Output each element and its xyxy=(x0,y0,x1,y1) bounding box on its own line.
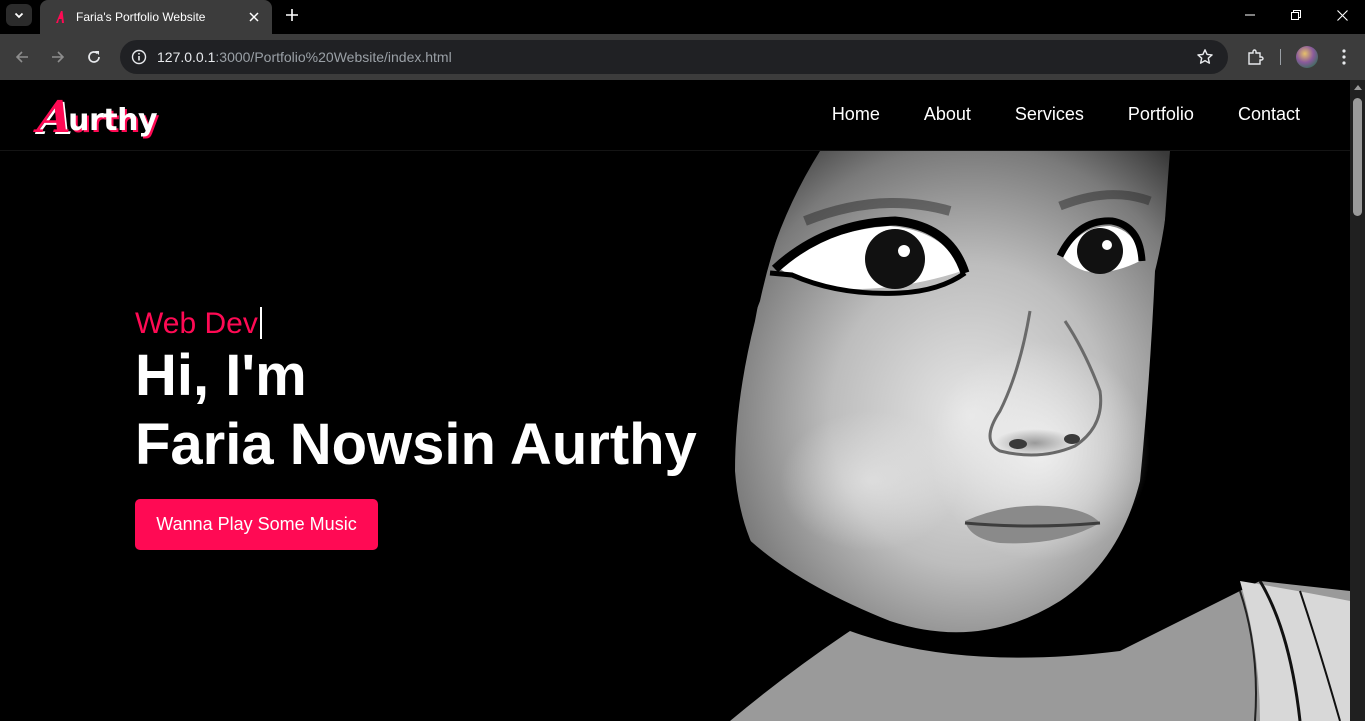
profile-avatar[interactable] xyxy=(1296,46,1318,68)
tab-close-icon[interactable] xyxy=(242,5,266,29)
arrow-right-icon xyxy=(52,51,65,63)
reload-button[interactable] xyxy=(80,43,108,71)
site-favicon-icon xyxy=(54,10,68,24)
toolbar-separator xyxy=(1280,49,1281,65)
scrollbar-thumb[interactable] xyxy=(1353,98,1362,216)
reload-icon xyxy=(88,51,100,63)
arrow-left-icon xyxy=(15,51,28,63)
close-window-button[interactable] xyxy=(1319,0,1365,30)
site-logo[interactable]: Aurthy xyxy=(35,92,157,143)
plus-icon xyxy=(286,9,298,21)
nav-portfolio[interactable]: Portfolio xyxy=(1128,104,1194,125)
address-bar[interactable]: 127.0.0.1:3000/Portfolio%20Website/index… xyxy=(120,40,1228,74)
browser-menu-button[interactable] xyxy=(1332,43,1356,71)
nav-contact[interactable]: Contact xyxy=(1238,104,1300,125)
site-info-icon[interactable] xyxy=(130,48,148,66)
nav-home[interactable]: Home xyxy=(832,104,880,125)
tab-search-button[interactable] xyxy=(6,4,32,26)
restore-button[interactable] xyxy=(1273,0,1319,30)
page-viewport: Aurthy Home About Services Portfolio Con… xyxy=(0,80,1365,721)
chevron-down-icon xyxy=(14,12,24,19)
hero-name: Faria Nowsin Aurthy xyxy=(135,412,697,477)
url-host: 127.0.0.1 xyxy=(157,49,216,65)
new-tab-button[interactable] xyxy=(280,3,304,27)
bookmark-star-icon[interactable] xyxy=(1196,48,1214,66)
main-nav: Home About Services Portfolio Contact xyxy=(788,104,1300,125)
minimize-icon xyxy=(1245,14,1255,16)
site-header: Aurthy Home About Services Portfolio Con… xyxy=(0,80,1350,151)
forward-button[interactable] xyxy=(44,43,72,71)
scroll-up-arrow-icon[interactable] xyxy=(1354,85,1362,90)
minimize-button[interactable] xyxy=(1227,0,1273,30)
browser-toolbar: 127.0.0.1:3000/Portfolio%20Website/index… xyxy=(0,34,1365,80)
nav-services[interactable]: Services xyxy=(1015,104,1084,125)
close-icon xyxy=(1336,9,1348,21)
back-button[interactable] xyxy=(8,43,36,71)
extensions-button[interactable] xyxy=(1242,43,1268,71)
more-vert-icon xyxy=(1342,49,1346,65)
tab-title: Faria's Portfolio Website xyxy=(76,10,206,24)
puzzle-icon xyxy=(1248,49,1264,65)
play-music-button[interactable]: Wanna Play Some Music xyxy=(135,499,378,550)
browser-tab-strip: Faria's Portfolio Website xyxy=(0,0,1365,34)
url-text: 127.0.0.1:3000/Portfolio%20Website/index… xyxy=(157,49,452,65)
url-path: :3000/Portfolio%20Website/index.html xyxy=(215,49,452,65)
hero-greeting: Hi, I'm xyxy=(135,343,307,408)
nav-about[interactable]: About xyxy=(924,104,971,125)
restore-icon xyxy=(1291,10,1301,20)
typing-caret xyxy=(259,307,262,339)
browser-tab-active[interactable]: Faria's Portfolio Website xyxy=(40,0,272,34)
page-scrollbar[interactable] xyxy=(1350,80,1365,721)
hero-portrait-image xyxy=(700,151,1350,721)
hero-role: Web Dev xyxy=(135,307,262,341)
typed-role-text: Web Dev xyxy=(135,307,258,340)
